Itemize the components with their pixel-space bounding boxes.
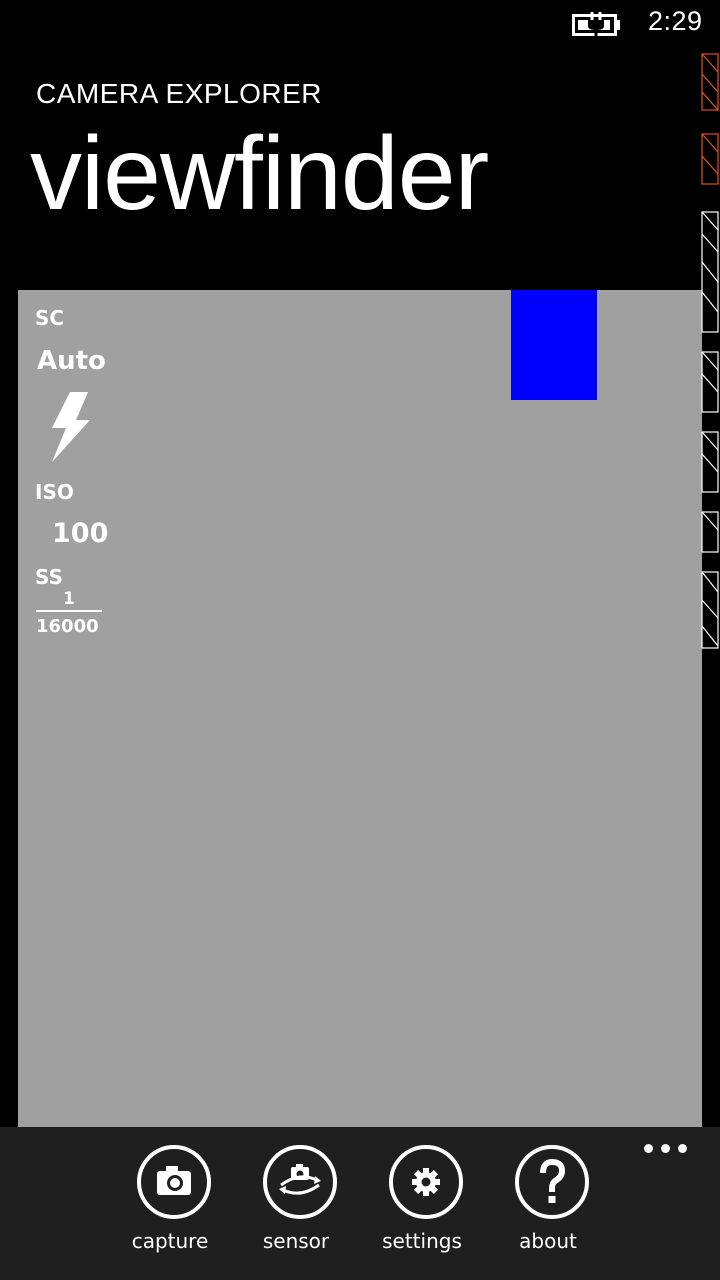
about-button[interactable]: about [488,1145,614,1275]
camera-icon [137,1145,211,1219]
flash-icon [52,392,90,462]
shutter-speed-denominator: 16000 [36,616,99,637]
question-icon [515,1145,589,1219]
settings-button[interactable]: settings [362,1145,488,1275]
status-bar: 2:29 [0,0,720,48]
app-title: CAMERA EXPLORER [36,78,323,109]
fraction-divider [36,610,102,612]
page-title: viewfinder [30,116,489,232]
sensor-button[interactable]: sensor [236,1145,362,1275]
app-bar: capture sensor settings about [0,1127,720,1280]
sensor-label: sensor [262,1229,330,1253]
shutter-speed-label: SS [35,565,63,589]
shutter-speed-numerator: 1 [63,589,75,609]
capture-button[interactable]: capture [110,1145,236,1275]
switch-camera-icon [263,1145,337,1219]
about-label: about [519,1229,577,1253]
focus-rectangle [511,290,597,400]
scene-label: SC [35,306,65,330]
battery-charging-icon [572,12,620,38]
settings-label: settings [382,1229,462,1253]
debug-overlay-strip [701,53,719,649]
iso-value: 100 [52,518,109,549]
gear-icon [389,1145,463,1219]
scene-value: Auto [37,346,106,376]
iso-label: ISO [35,480,74,504]
viewfinder[interactable]: SC Auto ISO 100 SS 1 16000 [18,290,702,1127]
capture-label: capture [131,1229,209,1253]
clock: 2:29 [648,6,703,36]
more-options-icon[interactable] [644,1141,688,1155]
